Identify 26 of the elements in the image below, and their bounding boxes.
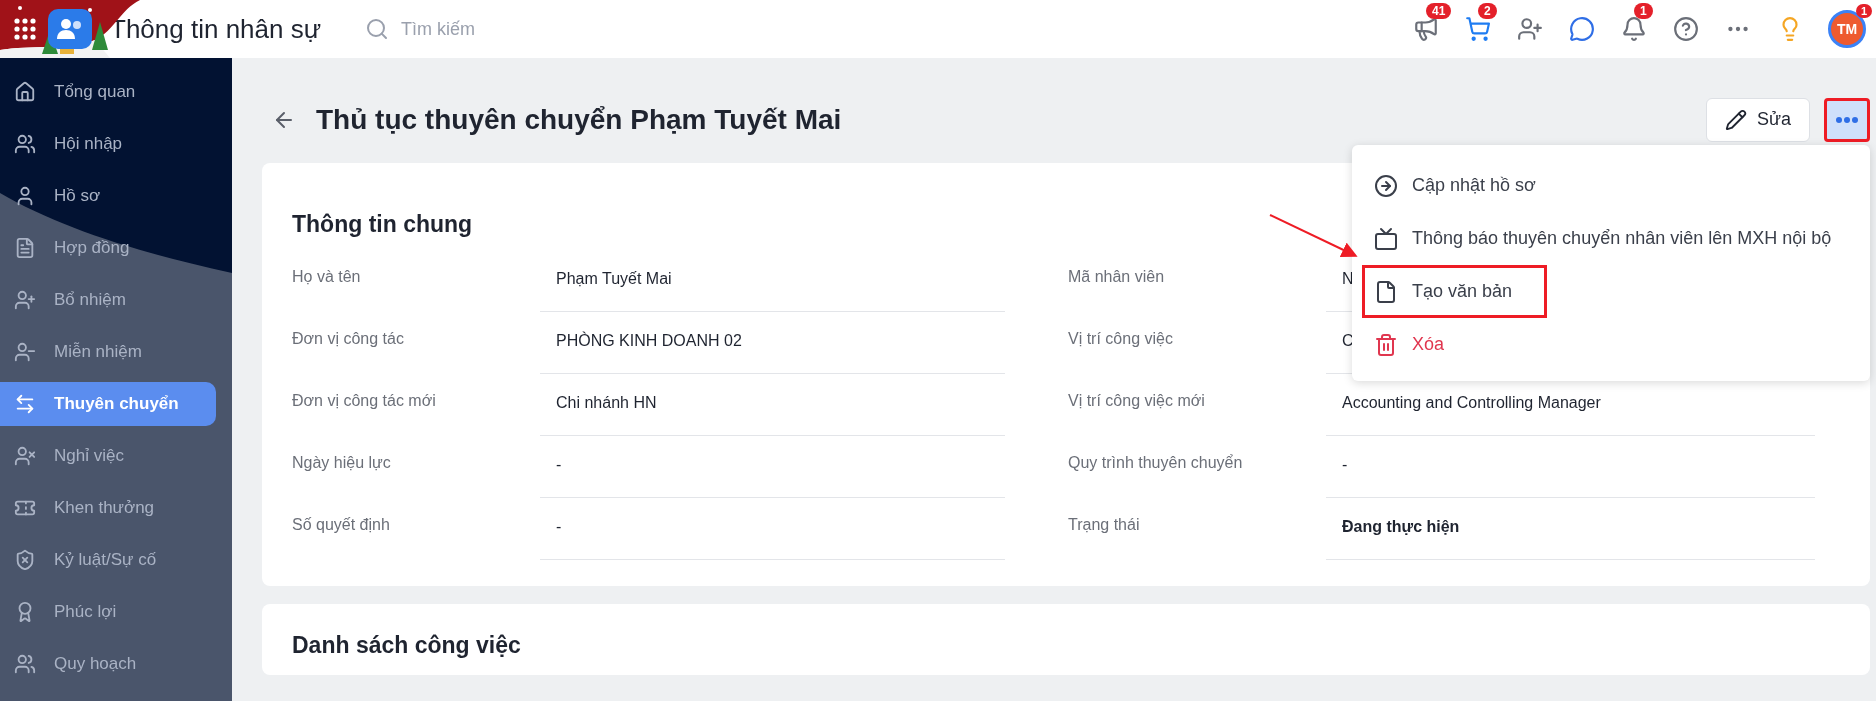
field-value: Phạm Tuyết Mai (540, 260, 1005, 312)
field-label: Mã nhân viên (1068, 267, 1166, 287)
field-label: Họ và tên (292, 267, 362, 287)
section-heading: Thông tin chung (292, 211, 473, 238)
field-label: Số quyết định (292, 515, 391, 535)
field-value: PHÒNG KINH DOANH 02 (540, 322, 1005, 374)
field-label: Đơn vị công tác (292, 329, 405, 349)
notification-badge: 1 (1634, 3, 1653, 19)
field-value: - (540, 446, 1005, 498)
app-title: Thông tin nhân sự (110, 13, 322, 45)
notification-badge: 2 (1478, 3, 1497, 19)
field-label: Trạng thái (1068, 515, 1141, 535)
field-label: Ngày hiệu lực (292, 453, 392, 473)
notification-badge: 41 (1426, 3, 1452, 19)
field-value: - (1326, 446, 1815, 498)
field-label: Vị trí công việc mới (1068, 391, 1206, 411)
field-label: Đơn vị công tác mới (292, 391, 437, 411)
notification-badge: 1 (1855, 4, 1872, 18)
field-value: - (540, 508, 1005, 560)
field-value: Accounting and Controlling Manager (1326, 384, 1815, 436)
section-heading: Danh sách công việc (292, 632, 521, 659)
page-title: Thủ tục thuyên chuyển Phạm Tuyết Mai (316, 103, 842, 136)
field-value: Chi nhánh HN (540, 384, 1005, 436)
field-label: Quy trình thuyên chuyển (1068, 453, 1244, 473)
field-value: Đang thực hiện (1326, 508, 1815, 560)
field-label: Vị trí công việc (1068, 329, 1174, 349)
